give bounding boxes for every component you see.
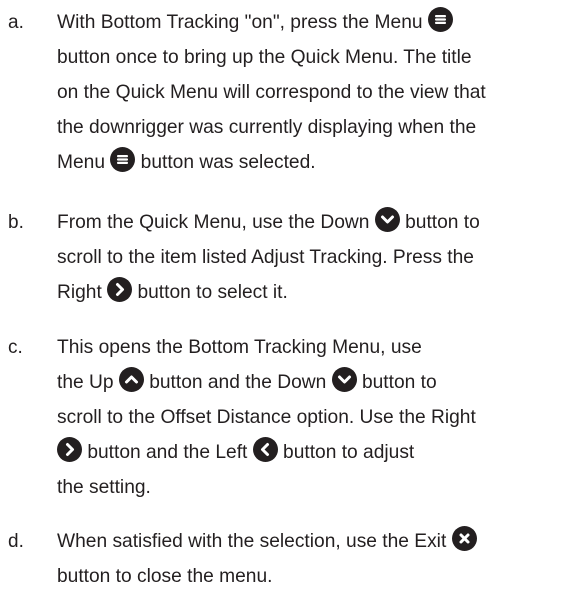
step-line: scroll to the Offset Distance option. Us…: [57, 400, 476, 435]
step-text: This opens the Bottom Tracking Menu, use: [57, 337, 422, 358]
step-letter: a.: [8, 12, 24, 33]
step-line: the Up button and the Down button to: [57, 365, 437, 400]
instruction-document: a. With Bottom Tracking "on", press the …: [0, 0, 583, 592]
step-line: button and the Left button to adjust: [57, 435, 414, 470]
step-text: button once to bring up the Quick Menu. …: [57, 47, 472, 68]
step-line: When satisfied with the selection, use t…: [57, 524, 477, 559]
step-letter: b.: [8, 212, 24, 233]
chevron-down-icon: [374, 207, 400, 233]
step-text: button to: [356, 372, 437, 393]
step-text: When satisfied with the selection, use t…: [57, 531, 452, 552]
step-line: Menu button was selected.: [57, 145, 316, 180]
menu-icon: [427, 7, 453, 33]
step-text: scroll to the Offset Distance option. Us…: [57, 407, 476, 428]
step-text: on the Quick Menu will correspond to the…: [57, 82, 486, 103]
chevron-right-icon: [107, 277, 133, 303]
step-line: scroll to the item listed Adjust Trackin…: [57, 240, 474, 275]
step-line: From the Quick Menu, use the Down button…: [57, 205, 480, 240]
chevron-left-icon: [252, 437, 278, 463]
step-text: button to adjust: [277, 442, 415, 463]
step-line: button to close the menu.: [57, 559, 272, 594]
step-text: Menu: [57, 152, 111, 173]
step-line: With Bottom Tracking "on", press the Men…: [57, 5, 453, 40]
chevron-up-icon: [118, 367, 144, 393]
step-text: button to close the menu.: [57, 566, 273, 587]
step-text: button to: [399, 212, 480, 233]
step-line: This opens the Bottom Tracking Menu, use: [57, 330, 422, 365]
step-text: From the Quick Menu, use the Down: [57, 212, 375, 233]
step-line: the downrigger was currently displaying …: [57, 110, 476, 145]
step-line: the setting.: [57, 470, 151, 505]
step-line: Right button to select it.: [57, 275, 288, 310]
step-text: the setting.: [57, 477, 151, 498]
step-text: the downrigger was currently displaying …: [57, 117, 477, 138]
menu-icon: [110, 147, 136, 173]
step-line: on the Quick Menu will correspond to the…: [57, 75, 486, 110]
step-letter: c.: [8, 337, 23, 358]
close-icon: [451, 526, 477, 552]
chevron-down-icon: [331, 367, 357, 393]
step-text: button to select it.: [132, 282, 288, 303]
step-line: button once to bring up the Quick Menu. …: [57, 40, 472, 75]
step-text: Right: [57, 282, 108, 303]
step-text: With Bottom Tracking "on", press the Men…: [57, 12, 428, 33]
step-text: scroll to the item listed Adjust Trackin…: [57, 247, 474, 268]
step-text: button was selected.: [135, 152, 316, 173]
chevron-right-icon: [57, 437, 82, 463]
step-letter: d.: [8, 531, 24, 552]
step-text: button and the Down: [143, 372, 332, 393]
step-text: the Up: [57, 372, 119, 393]
step-text: button and the Left: [82, 442, 253, 463]
